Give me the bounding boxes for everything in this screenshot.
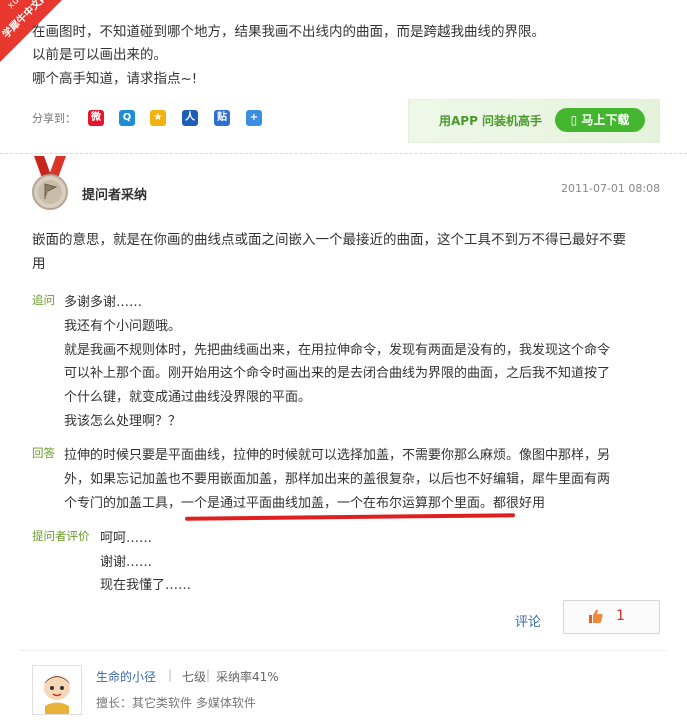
evaluation-line: 谢谢…… — [100, 555, 153, 570]
followup-line: 我该怎么处理啊？？ — [64, 414, 182, 429]
user-avatar[interactable] — [32, 665, 82, 715]
evaluation-tag: 提问者评价 — [32, 529, 90, 543]
thumbs-up-icon — [589, 609, 603, 623]
user-level: 七级 — [182, 670, 207, 684]
followup-line: 就是我画不规则体时，先把曲线画出来，在用拉伸命令，发现有两面是没有的，我发现这个… — [64, 343, 611, 358]
plus-icon[interactable]: + — [246, 110, 262, 126]
reply-tag: 回答 — [32, 446, 55, 460]
app-download-banner[interactable]: 用APP 问装机高手 ▯ 马上下载 — [408, 99, 660, 143]
followup-tag: 追问 — [32, 293, 55, 307]
followup-line: 多谢多谢…… — [64, 295, 143, 310]
tieba-icon[interactable]: 贴 — [214, 110, 230, 126]
upvote-count: 1 — [616, 608, 625, 624]
answer-body-line-2: 用 — [32, 256, 46, 272]
reply-line: 拉伸的时候只要是平面曲线，拉伸的时候就可以选择加盖，不需要你那么麻烦。像图中那样… — [64, 448, 611, 463]
separator: | — [168, 668, 173, 682]
renren-icon[interactable]: 人 — [182, 110, 198, 126]
answer-date: 2011-07-01 08:08 — [561, 182, 661, 195]
separator: | — [206, 668, 211, 682]
evaluation-line: 现在我懂了…… — [100, 578, 192, 593]
phone-icon: ▯ — [570, 113, 582, 127]
upvote-button[interactable]: 1 — [563, 600, 660, 634]
medal-icon — [32, 156, 68, 210]
comment-link[interactable]: 评论 — [515, 611, 541, 630]
share-label: 分享到： — [32, 112, 76, 125]
user-name[interactable]: 生命的小径 — [96, 668, 156, 685]
reply-line: 外，如果忘记加盖也不要用嵌面加盖，那样加出来的盖很复杂，以后也不好编辑，犀牛里面… — [64, 472, 611, 487]
download-button[interactable]: ▯ 马上下载 — [555, 108, 645, 132]
question-line-1: 在画图时，不知道碰到哪个地方，结果我画不出线内的曲面，而是跨越我曲线的界限。 — [32, 24, 545, 40]
weibo-icon[interactable]: 微 — [88, 110, 104, 126]
red-highlight-underline — [184, 513, 516, 521]
answer-body-line-1: 嵌面的意思，就是在你画的曲线点或面之间嵌入一个最接近的曲面，这个工具不到万不得已… — [32, 232, 626, 248]
followup-line: 我还有个小问题哦。 — [64, 319, 182, 334]
qzone-icon[interactable]: Q — [119, 110, 135, 126]
question-line-2: 以前是可以画出来的。 — [32, 47, 167, 63]
section-divider — [0, 153, 687, 155]
adopter-label: 提问者采纳 — [82, 188, 148, 203]
download-button-label: 马上下载 — [581, 113, 630, 127]
qq-zone-star-icon[interactable]: ★ — [150, 110, 166, 126]
user-section-divider — [20, 650, 667, 651]
followup-line: 个什么键，就变成通过曲线没界限的平面。 — [64, 390, 312, 405]
evaluation-line: 呵呵…… — [100, 531, 153, 546]
reply-line: 个专门的加盖工具，一个是通过平面曲线加盖，一个在布尔运算那个里面。都很好用 — [64, 496, 546, 511]
question-line-3: 哪个高手知道，请求指点~! — [32, 71, 198, 87]
app-banner-text: 用APP 问装机高手 — [439, 114, 543, 128]
followup-line: 可以补上那个面。刚开始用这个命令时画出来的是去闭合曲线为界限的曲面，之后我不知道… — [64, 366, 611, 381]
user-expertise: 擅长：其它类软件 多媒体软件 — [96, 696, 256, 710]
user-adopt-rate: 采纳率41% — [216, 670, 279, 684]
